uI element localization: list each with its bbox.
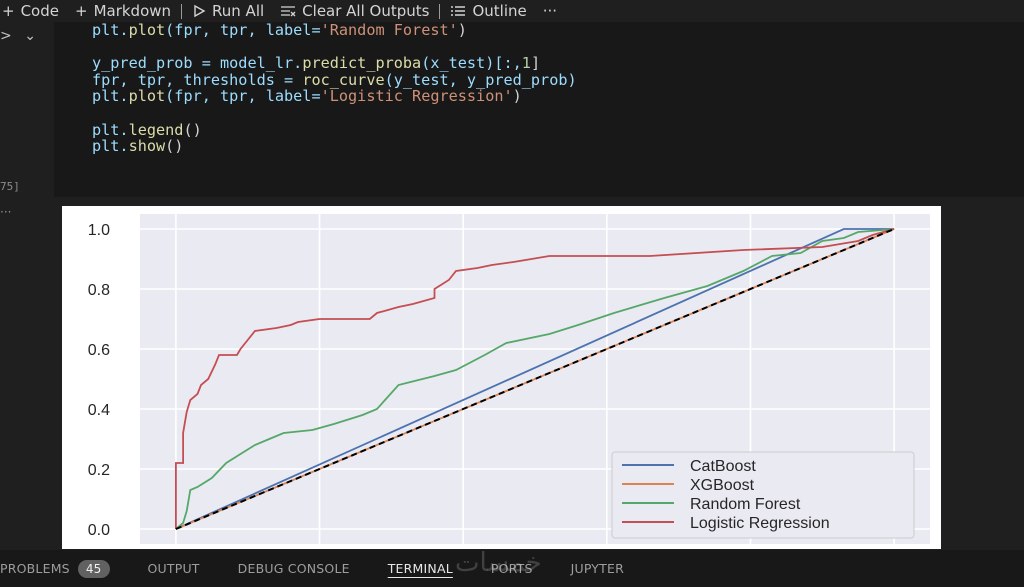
plus-icon: + [74,1,88,20]
y-tick-label: 0.8 [88,282,110,299]
list-icon [451,6,466,16]
y-tick-label: 0.0 [88,522,110,539]
legend-label: CatBoost [690,458,756,475]
code-token: plt. [92,21,129,39]
y-tick-label: 1.0 [88,222,110,239]
problems-count-badge: 45 [77,559,110,578]
code-token: (fpr, tpr, label= [165,87,321,106]
markdown-label: Markdown [93,2,172,20]
code-token: predict_proba [302,54,422,73]
clear-outputs-label: Clear All Outputs [302,2,430,20]
y-tick-label: 0.2 [88,462,110,479]
code-token: 1 [521,54,531,73]
code-token: roc_curve [302,70,385,89]
tab-debug-console-label: DEBUG CONSOLE [237,561,350,576]
tab-problems[interactable]: PROBLEMS 45 [0,559,129,578]
code-token: show [128,137,166,156]
code-token: ] [530,54,541,73]
add-markdown-cell-button[interactable]: + Markdown [67,2,179,20]
clear-outputs-icon [281,6,296,17]
legend-label: Random Forest [690,496,801,513]
run-all-label: Run All [212,2,265,20]
code-token: plot [128,21,166,39]
add-code-cell-button[interactable]: + Code [0,2,67,20]
notebook-toolbar: + Code + Markdown Run All Clear All Outp… [0,0,1024,22]
cell-gutter: > ⌄ 75] [0,22,50,197]
code-token: legend [128,120,184,139]
code-token: y_pred_prob = model_lr. [92,54,303,73]
clear-all-outputs-button[interactable]: Clear All Outputs [272,2,437,20]
outline-label: Outline [472,2,527,20]
tab-jupyter-label: JUPYTER [570,561,624,576]
tab-output-label: OUTPUT [147,561,200,576]
code-token: fpr, tpr, thresholds = [92,70,303,89]
code-token: (fpr, tpr, label= [165,21,321,39]
watermark-logo: خمسات [455,548,542,578]
more-icon: ··· [542,2,558,20]
tab-jupyter[interactable]: JUPYTER [552,561,643,576]
code-cell: > ⌄ 75] plt.plot(fpr, tpr, label='Random… [0,22,1024,197]
tab-debug-console[interactable]: DEBUG CONSOLE [219,561,369,576]
code-token: plt. [92,87,129,106]
tab-problems-label: PROBLEMS [0,561,70,576]
more-actions-button[interactable]: ··· [535,2,565,20]
outline-button[interactable]: Outline [442,2,534,20]
code-token: plt. [92,137,129,156]
code-label: Code [20,2,59,20]
code-token: () [165,137,184,156]
code-token: (x_test)[:, [421,54,522,73]
roc-chart: 0.0 0.2 0.4 0.6 0.8 1.0 CatBoost XGBoost Random … [88,214,930,544]
code-token: ) [512,87,522,106]
code-token: ) [457,21,467,39]
code-token: 'Random Forest' [320,21,458,39]
chevron-down-icon[interactable]: ⌄ [24,28,36,44]
code-token: () [183,120,202,139]
toolbar-divider [181,3,183,19]
code-token: 'Logistic Regression' [320,87,513,106]
toolbar-divider [439,3,441,19]
code-token: (y_test, y_pred_prob) [384,70,577,89]
code-editor[interactable]: plt.plot(fpr, tpr, label='Random Forest'… [54,22,1024,197]
execution-count: 75] [0,180,20,193]
tab-output[interactable]: OUTPUT [129,561,219,576]
output-gutter-more[interactable]: ··· [0,205,11,219]
y-tick-label: 0.6 [88,342,110,359]
code-token: plot [128,87,166,106]
tab-terminal-label: TERMINAL [387,561,453,576]
code-token: plt. [92,120,129,139]
code-text: plt.plot(fpr, tpr, label='Random Forest'… [92,22,577,155]
run-all-button[interactable]: Run All [184,2,272,20]
plus-icon: + [2,1,15,20]
y-tick-label: 0.4 [88,402,110,419]
legend-label: Logistic Regression [690,515,830,532]
chevron-right-icon[interactable]: > [0,28,12,44]
run-icon [194,4,206,18]
legend-label: XGBoost [690,477,755,494]
cell-collapse-controls[interactable]: > ⌄ [0,28,36,44]
roc-chart-output: 0.0 0.2 0.4 0.6 0.8 1.0 CatBoost XGBoost Random … [62,206,941,549]
